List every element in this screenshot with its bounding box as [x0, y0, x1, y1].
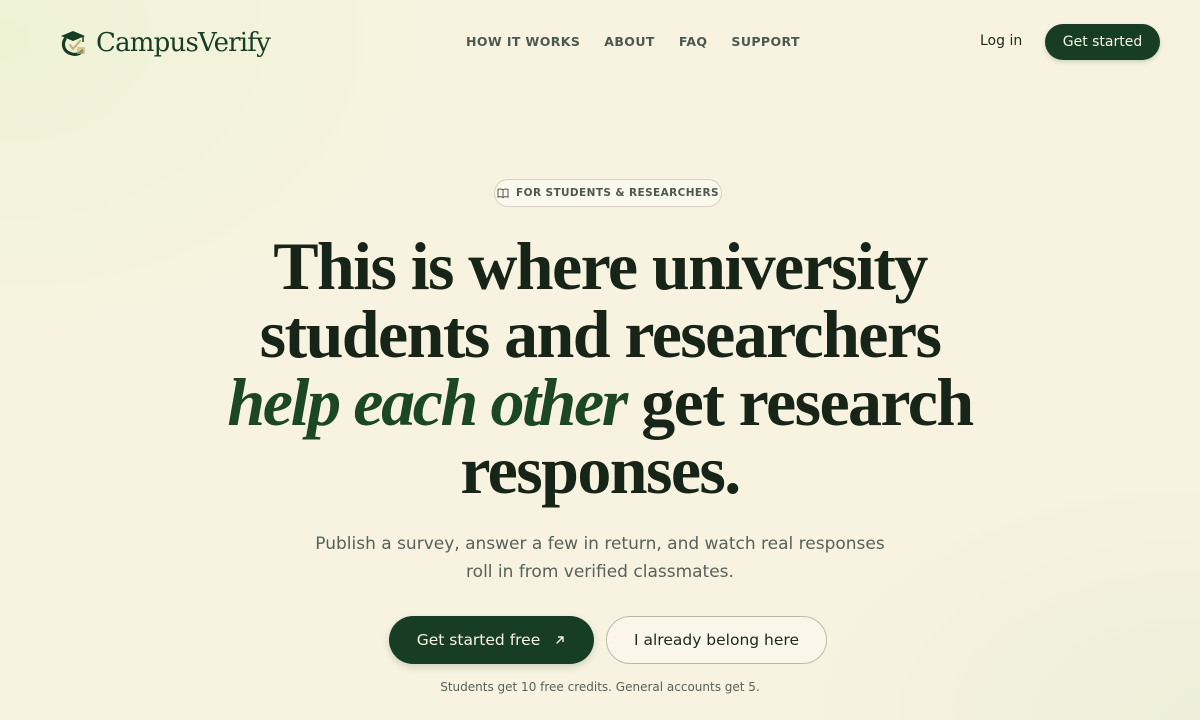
nav-link-support[interactable]: SUPPORT [731, 34, 800, 49]
login-link[interactable]: Log in [980, 33, 1022, 49]
subtext-line-2: roll in from verified classmates. [466, 562, 734, 582]
badge-label: FOR STUDENTS & RESEARCHERS [516, 187, 719, 199]
graduation-cap-check-icon [61, 31, 85, 56]
headline-emphasis: help each other [227, 364, 628, 440]
arrow-up-right-icon [556, 636, 564, 644]
hero-headline: This is where university students and re… [200, 232, 1000, 504]
primary-nav: HOW IT WORKS ABOUT FAQ SUPPORT [466, 34, 824, 49]
primary-button-label: Get started free [416, 631, 541, 649]
headline-line-1: This is where university [273, 228, 928, 304]
subtext-line-1: Publish a survey, answer a few in return… [315, 534, 885, 554]
headline-line-2: students and researchers [259, 296, 942, 372]
get-started-free-button[interactable]: Get started free [389, 616, 594, 664]
get-started-button[interactable]: Get started [1045, 24, 1160, 60]
headline-line-4: responses. [460, 432, 741, 508]
nav-link-how-it-works[interactable]: HOW IT WORKS [466, 34, 580, 49]
credits-note: Students get 10 free credits. General ac… [440, 680, 760, 694]
brand-logo[interactable]: CampusVerify [58, 26, 271, 60]
headline-line-3: help each other get research [200, 368, 1000, 436]
hero-subtext: Publish a survey, answer a few in return… [300, 530, 900, 586]
audience-badge: FOR STUDENTS & RESEARCHERS [494, 179, 722, 207]
headline-line-3-rest: get research [625, 364, 974, 440]
brand-name: CampusVerify [96, 28, 271, 58]
already-member-button[interactable]: I already belong here [606, 616, 827, 664]
nav-link-about[interactable]: ABOUT [604, 34, 655, 49]
nav-link-faq[interactable]: FAQ [679, 34, 708, 49]
open-book-icon [497, 188, 509, 199]
top-nav: CampusVerify HOW IT WORKS ABOUT FAQ SUPP… [0, 0, 1200, 84]
